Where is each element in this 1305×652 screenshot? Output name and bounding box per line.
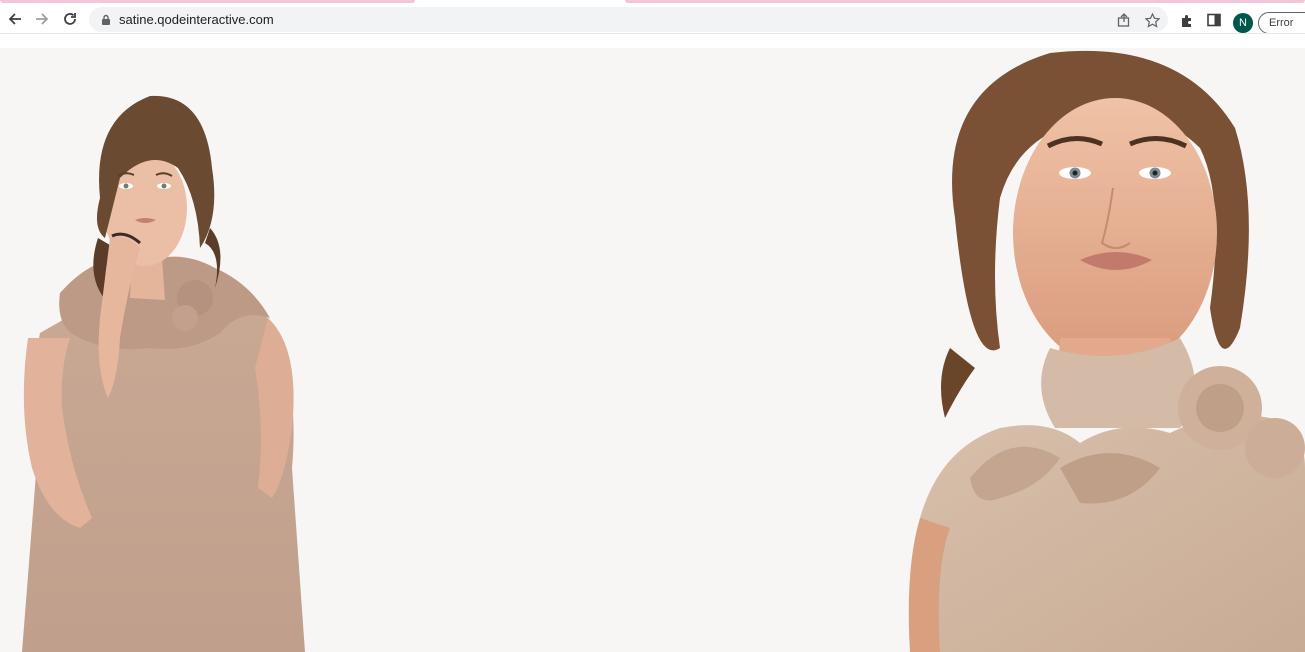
side-panel-icon — [1207, 13, 1221, 27]
share-button[interactable] — [1115, 11, 1133, 29]
forward-button[interactable] — [30, 7, 54, 31]
address-bar[interactable]: satine.qodeinteractive.com — [89, 7, 1168, 32]
star-icon — [1144, 12, 1160, 28]
profile-avatar[interactable]: N — [1233, 13, 1253, 33]
url-text[interactable]: satine.qodeinteractive.com — [119, 7, 274, 32]
arrow-right-icon — [36, 13, 49, 25]
puzzle-icon — [1181, 14, 1191, 27]
lock-icon[interactable] — [101, 14, 111, 25]
hero-banner — [0, 48, 1305, 652]
reload-button[interactable] — [58, 7, 82, 31]
error-chip[interactable]: Error — [1258, 12, 1305, 34]
side-panel-button[interactable] — [1205, 11, 1223, 29]
page-top-margin — [0, 34, 1305, 48]
browser-toolbar: satine.qodeinteractive.com N Error — [0, 5, 1305, 34]
reload-icon — [64, 13, 76, 25]
fashion-model-closeup-image — [908, 48, 1305, 652]
bookmark-button[interactable] — [1143, 11, 1161, 29]
extensions-button[interactable] — [1178, 11, 1196, 29]
share-icon — [1117, 13, 1130, 27]
fashion-model-image — [22, 95, 305, 652]
back-button[interactable] — [3, 7, 27, 31]
tab-accent-left — [0, 0, 415, 3]
tab-accent-right — [625, 0, 1305, 3]
arrow-left-icon — [8, 13, 21, 25]
